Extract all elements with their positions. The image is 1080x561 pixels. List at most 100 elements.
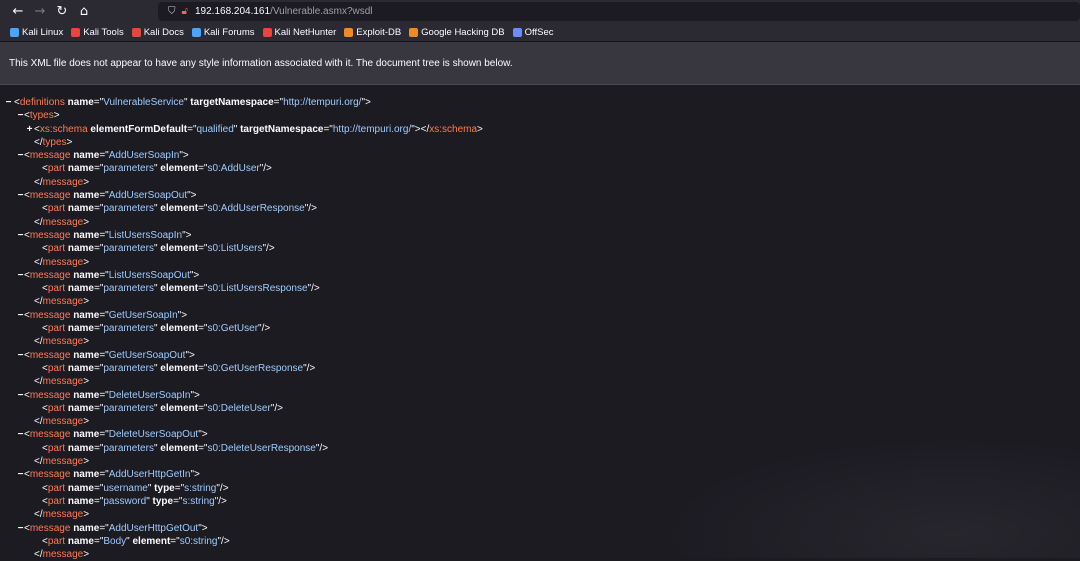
forward-button[interactable]: →	[29, 1, 51, 23]
xml-attribute-value: DeleteUserSoapIn	[109, 390, 191, 401]
insecure-lock-icon[interactable]: 🔓︎	[182, 6, 188, 17]
bookmark-item[interactable]: Kali Forums	[192, 27, 255, 38]
xml-attribute-name: name	[68, 403, 94, 414]
xml-line-content: </message>	[34, 295, 89, 308]
bookmark-favicon-icon	[10, 28, 19, 37]
xml-punctuation: "/>	[303, 363, 315, 374]
xml-punctuation: >	[83, 376, 89, 387]
xml-attribute-value: s0:AddUser	[207, 163, 259, 174]
xml-attribute-value: parameters	[103, 163, 154, 174]
xml-punctuation: ="	[94, 97, 103, 108]
bookmark-label: Kali Linux	[22, 27, 63, 38]
xml-tag-name: message	[43, 296, 84, 307]
bookmark-label: Kali NetHunter	[275, 27, 337, 38]
xml-tag-name: message	[30, 150, 71, 161]
xml-tag-name: definitions	[20, 97, 65, 108]
xml-line: </message>	[0, 176, 1080, 189]
home-button[interactable]: ⌂	[73, 1, 95, 23]
xml-line-content: <part name="username" type="s:string"/>	[42, 482, 229, 495]
expand-toggle[interactable]: +	[25, 123, 34, 136]
xml-attribute-name: elementFormDefault	[90, 124, 187, 135]
xml-line-content: <message name="AddUserSoapIn">	[24, 149, 189, 162]
xml-attribute-name: name	[73, 190, 99, 201]
bookmark-favicon-icon	[71, 28, 80, 37]
xml-line: </message>	[0, 216, 1080, 229]
xml-punctuation: ="	[187, 124, 196, 135]
xml-attribute-value: GetUserSoapOut	[109, 350, 186, 361]
xml-line-content: <message name="GetUserSoapIn">	[24, 309, 187, 322]
xml-line: <part name="parameters" element="s0:Dele…	[0, 402, 1080, 415]
xml-line-content: </message>	[34, 415, 89, 428]
collapse-toggle[interactable]: −	[4, 96, 13, 109]
xml-attribute-value: http://tempuri.org/	[333, 124, 411, 135]
xml-punctuation: "/>	[216, 483, 228, 494]
xml-punctuation: ="	[94, 323, 103, 334]
xml-attribute-value: s0:DeleteUser	[207, 403, 270, 414]
xml-punctuation: ="	[94, 536, 103, 547]
bookmark-item[interactable]: OffSec	[513, 27, 554, 38]
xml-line-content: <part name="parameters" element="s0:AddU…	[42, 202, 317, 215]
xml-line: <part name="parameters" element="s0:GetU…	[0, 362, 1080, 375]
url-text[interactable]: 192.168.204.161/Vulnerable.asmx?wsdl	[195, 6, 373, 17]
bookmark-item[interactable]: Google Hacking DB	[409, 27, 504, 38]
bookmark-label: Google Hacking DB	[421, 27, 504, 38]
xml-line: −<message name="DeleteUserSoapIn">	[0, 389, 1080, 402]
url-host: 192.168.204.161	[195, 6, 270, 17]
reload-button[interactable]: ↻	[51, 1, 73, 23]
xml-line: <part name="parameters" element="s0:List…	[0, 282, 1080, 295]
xml-tag-name: part	[48, 443, 65, 454]
xml-attribute-value: qualified	[197, 124, 234, 135]
url-bar[interactable]: ⛉ 🔓︎ 192.168.204.161/Vulnerable.asmx?wsd…	[158, 2, 1080, 21]
bookmark-label: Exploit-DB	[356, 27, 401, 38]
xml-line-content: <message name="ListUsersSoapOut">	[24, 269, 199, 282]
xml-attribute-value: s0:AddUserResponse	[207, 203, 304, 214]
xml-attribute-value: ListUsersSoapOut	[109, 270, 190, 281]
bookmark-item[interactable]: Exploit-DB	[344, 27, 401, 38]
xml-attribute-name: name	[68, 323, 94, 334]
xml-punctuation: "/>	[217, 536, 229, 547]
xml-punctuation: </	[34, 296, 43, 307]
xml-punctuation: ="	[94, 403, 103, 414]
xml-attribute-name: name	[73, 150, 99, 161]
xml-tag-name: message	[43, 336, 84, 347]
xml-line-content: <message name="DeleteUserSoapIn">	[24, 389, 200, 402]
xml-attribute-value: s:string	[184, 483, 216, 494]
xml-punctuation: </	[34, 177, 43, 188]
xml-punctuation: ="	[99, 469, 108, 480]
xml-line: −<message name="ListUsersSoapOut">	[0, 269, 1080, 282]
xml-line-content: <message name="ListUsersSoapIn">	[24, 229, 191, 242]
bookmark-item[interactable]: Kali Tools	[71, 27, 124, 38]
browser-toolbar: ← → ↻ ⌂ ⛉ 🔓︎ 192.168.204.161/Vulnerable.…	[0, 0, 1080, 23]
xml-tag-name: message	[30, 310, 71, 321]
xml-attribute-name: name	[68, 163, 94, 174]
xml-attribute-value: s0:GetUser	[207, 323, 258, 334]
xml-attribute-value: http://tempuri.org/	[283, 97, 361, 108]
site-info-icon[interactable]: ⛉	[168, 6, 176, 17]
xml-punctuation: ="	[94, 483, 103, 494]
xml-line-content: </types>	[34, 136, 72, 149]
xml-tag-name: part	[48, 163, 65, 174]
back-button[interactable]: ←	[7, 1, 29, 23]
xml-attribute-value: username	[103, 483, 147, 494]
blur-overlay	[660, 438, 1080, 558]
xml-line: </message>	[0, 335, 1080, 348]
xml-tag-name: message	[30, 390, 71, 401]
xml-punctuation: </	[34, 336, 43, 347]
xml-attribute-name: targetNamespace	[190, 97, 273, 108]
xml-attribute-value: s0:DeleteUserResponse	[207, 443, 315, 454]
bookmark-item[interactable]: Kali NetHunter	[263, 27, 337, 38]
xml-punctuation: ">	[182, 230, 191, 241]
xml-punctuation: ">	[179, 150, 188, 161]
xml-punctuation: "/>	[305, 203, 317, 214]
bookmark-item[interactable]: Kali Linux	[10, 27, 63, 38]
xml-attribute-value: s0:ListUsersResponse	[207, 283, 307, 294]
xml-attribute-value: s0:ListUsers	[207, 243, 262, 254]
bookmark-label: Kali Forums	[204, 27, 255, 38]
xml-line-content: </message>	[34, 335, 89, 348]
xml-attribute-name: element	[160, 403, 198, 414]
xml-line-content: <message name="AddUserSoapOut">	[24, 189, 197, 202]
xml-attribute-name: name	[73, 310, 99, 321]
xml-attribute-value: ListUsersSoapIn	[109, 230, 182, 241]
xml-punctuation: ">	[187, 190, 196, 201]
bookmark-item[interactable]: Kali Docs	[132, 27, 184, 38]
